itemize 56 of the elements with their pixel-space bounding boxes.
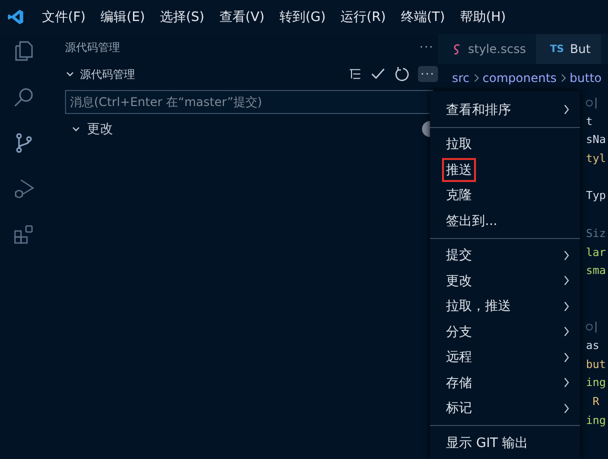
chevron-right-icon [472,73,480,83]
menu-item[interactable]: 更改 [430,268,580,294]
panel-title: 源代码管理 [65,40,120,54]
menu-item[interactable]: 文件(F) [42,8,86,26]
editor-tab[interactable]: TS But [536,34,601,64]
section-title: 源代码管理 [80,66,136,82]
menu-item[interactable]: 拉取 [430,132,580,157]
code-line: ○| [586,320,600,334]
menu-item[interactable]: 编辑(E) [100,8,145,26]
menu-item[interactable]: 显示 GIT 输出 [430,430,580,456]
chevron-right-icon [560,73,567,83]
breadcrumb-item[interactable]: components [482,71,557,85]
menu-item[interactable]: 分支 [430,319,580,344]
menu-item[interactable]: 终端(T) [400,8,445,26]
list-icon[interactable] [348,67,362,81]
menu-item[interactable]: 拉取，推送 [430,294,580,319]
menu-item[interactable]: 远程 [430,344,580,370]
app-logo-icon [7,8,25,26]
code-line: Typ [586,189,606,202]
run-debug-icon[interactable] [12,177,36,201]
code-line: R [592,395,600,408]
code-line: as [586,338,600,352]
editor-tab[interactable]: style.scss [438,34,536,64]
menu-item[interactable]: 运行(R) [340,8,386,26]
code-line: t [586,114,593,128]
chevron-icon[interactable] [71,124,81,134]
menu-item[interactable]: 存储 [430,370,580,396]
code-line: ing [586,376,606,390]
breadcrumb-item[interactable]: butto [570,71,602,85]
more-actions-button[interactable]: ··· [420,40,434,54]
menu-item[interactable]: 签出到... [430,208,580,234]
refresh-icon[interactable] [394,66,410,82]
code-line: Siz [586,226,606,240]
code-line: ing [586,414,606,427]
menu-item[interactable]: 标记 [430,396,580,421]
code-line: lar [586,246,606,258]
menu-item[interactable]: 推送 [430,157,580,182]
check-icon[interactable] [370,66,386,82]
menu-item[interactable]: 查看和排序 [430,97,580,122]
changes-label[interactable]: 更改 [87,120,416,138]
code-line: ○| [586,96,600,109]
code-line: sNa [586,133,606,146]
more-actions-button[interactable]: ··· [418,66,438,82]
commit-message-field[interactable]: 消息(Ctrl+Enter 在“master”提交) [65,90,433,114]
code-line: tyl [586,152,606,166]
menu-item[interactable]: 克隆 [430,182,580,208]
menu-item[interactable]: 帮助(H) [460,8,506,26]
menu-item[interactable]: 查看(V) [219,8,264,26]
menu-item[interactable]: 提交 [430,242,580,268]
menu-item[interactable]: 转到(G) [279,8,326,26]
chevron-down-icon[interactable] [65,69,75,79]
code-line: but [586,358,606,371]
sass-file-icon [452,42,462,56]
breadcrumb-item[interactable]: src [452,71,470,85]
code-line: sma [586,264,606,278]
menu-item[interactable]: 选择(S) [160,8,204,26]
